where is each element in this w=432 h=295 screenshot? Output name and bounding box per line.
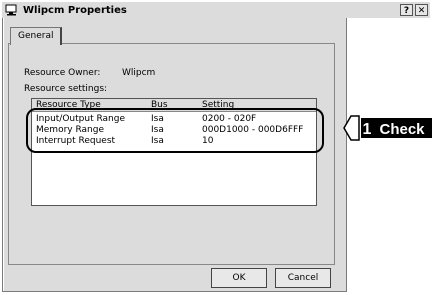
- resource-settings-label: Resource settings:: [24, 84, 108, 94]
- ok-button[interactable]: OK: [211, 268, 267, 288]
- help-button[interactable]: ?: [400, 4, 413, 16]
- callout-number: 1: [363, 121, 372, 138]
- close-button[interactable]: ✕: [415, 4, 428, 16]
- highlight-outline: [26, 108, 324, 153]
- computer-icon: [5, 4, 19, 16]
- callout-label: Check: [379, 121, 425, 138]
- window-title: Wlipcm Properties: [23, 4, 127, 16]
- check-callout: 1 Check: [343, 115, 432, 141]
- cancel-button[interactable]: Cancel: [275, 268, 331, 288]
- title-bar[interactable]: Wlipcm Properties ? ✕: [2, 2, 430, 18]
- callout-pointer: [343, 115, 360, 141]
- tab-general[interactable]: General: [10, 27, 63, 45]
- resource-owner-value: Wlipcm: [122, 68, 156, 78]
- resource-owner-label: Resource Owner:: [24, 68, 101, 78]
